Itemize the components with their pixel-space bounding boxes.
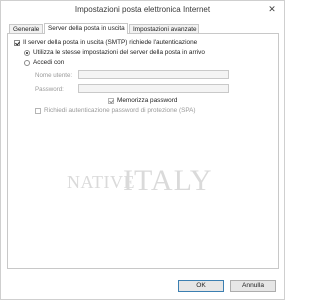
- username-label: Nome utente:: [35, 72, 73, 79]
- title-bar: Impostazioni posta elettronica Internet …: [1, 1, 284, 18]
- smtp-auth-label: Il server della posta in uscita (SMTP) r…: [23, 39, 198, 46]
- login-with-radio[interactable]: [24, 59, 30, 66]
- spa-row[interactable]: Richiedi autenticazione password di prot…: [35, 107, 196, 114]
- use-same-settings-radio[interactable]: [24, 49, 30, 56]
- login-with-label: Accedi con: [33, 59, 65, 66]
- username-field[interactable]: [78, 70, 229, 79]
- remember-password-row[interactable]: Memorizza password: [108, 97, 177, 104]
- spa-checkbox[interactable]: [35, 107, 41, 114]
- tab-outgoing-server[interactable]: Server della posta in uscita: [44, 23, 128, 34]
- watermark-part2: ITALY: [123, 164, 213, 197]
- window-title: Impostazioni posta elettronica Internet: [74, 5, 211, 14]
- password-field[interactable]: [78, 84, 229, 93]
- use-same-settings-label: Utilizza le stesse impostazioni del serv…: [33, 49, 205, 56]
- settings-dialog: Impostazioni posta elettronica Internet …: [0, 0, 285, 300]
- remember-password-checkbox[interactable]: [108, 97, 114, 104]
- smtp-auth-checkbox[interactable]: [14, 39, 20, 46]
- use-same-settings-row[interactable]: Utilizza le stesse impostazioni del serv…: [24, 49, 205, 56]
- spa-label: Richiedi autenticazione password di prot…: [44, 107, 196, 114]
- ok-button[interactable]: OK: [178, 280, 224, 292]
- password-label: Password:: [35, 86, 64, 93]
- outgoing-server-panel: Il server della posta in uscita (SMTP) r…: [7, 33, 279, 269]
- smtp-auth-row[interactable]: Il server della posta in uscita (SMTP) r…: [14, 39, 197, 46]
- login-with-row[interactable]: Accedi con: [24, 59, 64, 66]
- cancel-button[interactable]: Annulla: [230, 280, 276, 292]
- remember-password-label: Memorizza password: [117, 97, 178, 104]
- watermark-logo: NATIVE ITALY: [67, 162, 227, 197]
- close-icon[interactable]: ✕: [264, 3, 280, 15]
